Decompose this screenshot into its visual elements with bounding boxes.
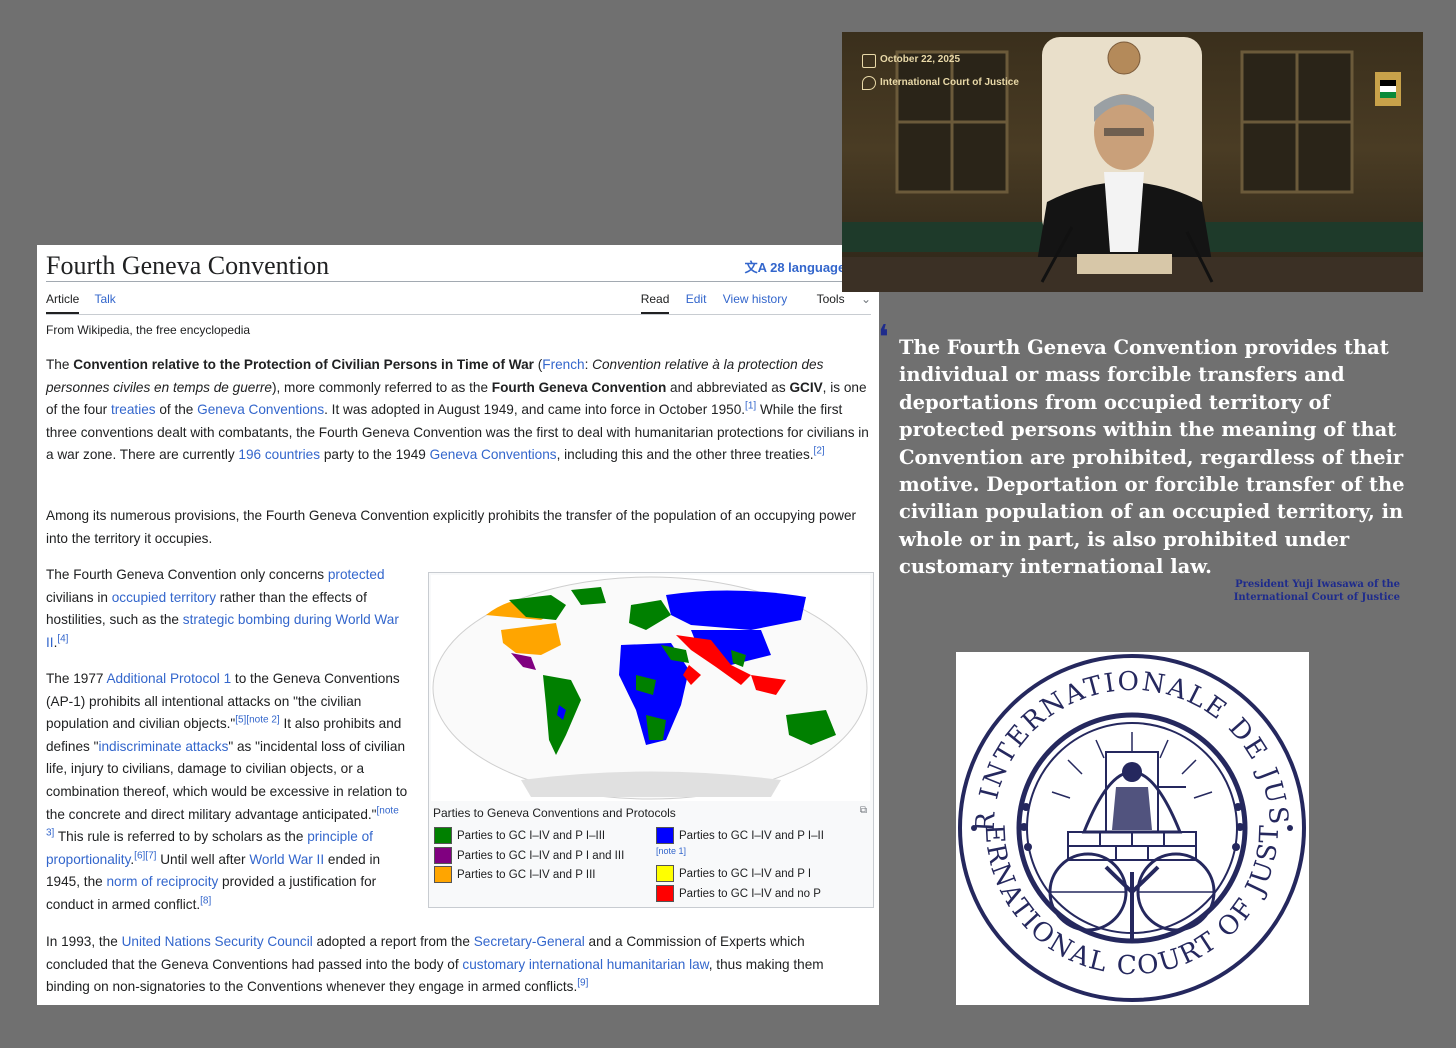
quote-mark-icon: ❛: [878, 318, 889, 358]
link-un-security-council[interactable]: United Nations Security Council: [122, 934, 313, 949]
link-world-war-ii[interactable]: World War II: [249, 852, 324, 867]
note-link[interactable]: [note 1]: [656, 846, 686, 856]
link-geneva-conventions[interactable]: Geneva Conventions: [197, 402, 324, 417]
figure-caption: Parties to Geneva Conventions and Protoc…: [433, 806, 676, 820]
text: ), more commonly referred to as the: [271, 379, 492, 395]
video-location: International Court of Justice: [880, 77, 1019, 88]
calendar-icon: [862, 54, 876, 68]
attribution-line-1: President Yuji Iwasawa of the: [1235, 579, 1400, 590]
legend-label: Parties to GC I–IV and P III: [457, 868, 596, 881]
link-treaties[interactable]: treaties: [111, 402, 156, 417]
link-protected[interactable]: protected: [328, 567, 385, 582]
text: and abbreviated as: [666, 379, 790, 395]
languages-label: 28 languages: [770, 260, 853, 275]
text: . It was adopted in August 1949, and cam…: [324, 402, 746, 418]
title-divider: [46, 281, 871, 282]
legend-item: Parties to GC I–IV and P I and III: [434, 847, 624, 864]
chevron-down-icon: ⌄: [860, 292, 871, 306]
world-map-graphic: [432, 576, 868, 800]
location-pin-icon: [862, 76, 876, 90]
legend-swatch: [656, 865, 674, 882]
quote-attribution: President Yuji Iwasawa of the Internatio…: [1222, 578, 1400, 604]
text: The: [46, 357, 74, 372]
enlarge-icon[interactable]: ⧉: [860, 805, 867, 816]
page-title: Fourth Geneva Convention: [46, 251, 330, 280]
reference-link[interactable]: [5][note 2]: [235, 715, 279, 726]
link-196-countries[interactable]: 196 countries: [238, 447, 320, 462]
text: :: [584, 357, 593, 372]
legend-item: Parties to GC I–IV and P I: [656, 865, 811, 882]
attribution-line-2: International Court of Justice: [1233, 592, 1400, 603]
world-map-image[interactable]: [431, 575, 870, 801]
legend-item: Parties to GC I–IV and P I–II: [656, 827, 824, 844]
tab-edit[interactable]: Edit: [686, 292, 707, 306]
link-geneva-conventions[interactable]: Geneva Conventions: [430, 447, 557, 462]
text: party to the 1949: [320, 447, 430, 463]
legend-item: Parties to GC I–IV and P III: [434, 866, 596, 883]
paragraph-scope: The Fourth Geneva Convention only concer…: [46, 564, 401, 654]
legend-label: Parties to GC I–IV and no P: [679, 887, 821, 900]
link-customary-ihl[interactable]: customary international humanitarian law: [462, 957, 708, 972]
tabs-divider: [46, 314, 871, 315]
text: adopted a report from the: [312, 934, 474, 949]
link-secretary-general[interactable]: Secretary-General: [474, 934, 585, 949]
view-tabs: Read Edit View history Tools ⌄: [628, 292, 871, 314]
text: of the: [155, 402, 198, 418]
reference-link[interactable]: [9]: [577, 978, 588, 989]
icj-video-still: October 22, 2025 International Court of …: [842, 32, 1423, 292]
tab-talk[interactable]: Talk: [94, 292, 115, 306]
text: The 1977: [46, 671, 107, 686]
legend-swatch: [434, 847, 452, 864]
legend-item: Parties to GC I–IV and P I–III: [434, 827, 605, 844]
legend-item: Parties to GC I–IV and no P: [656, 885, 821, 902]
text: Until well after: [156, 851, 250, 867]
paragraph-protocol: The 1977 Additional Protocol 1 to the Ge…: [46, 668, 408, 917]
video-date: October 22, 2025: [880, 54, 961, 65]
link-french[interactable]: French: [542, 357, 584, 372]
icj-seal-logo: COUR INTERNATIONALE DE JUSTICE INTERNATI…: [944, 629, 1309, 1005]
paragraph-intro: The Convention relative to the Protectio…: [46, 354, 870, 467]
reference-link[interactable]: [2]: [814, 446, 825, 457]
reference-link[interactable]: [4]: [57, 633, 68, 644]
reference-link[interactable]: [8]: [200, 895, 211, 906]
tab-view-history[interactable]: View history: [723, 292, 787, 306]
bold-term: Convention relative to the Protection of…: [73, 357, 534, 372]
link-occupied-territory[interactable]: occupied territory: [112, 590, 216, 605]
seal-graphic: COUR INTERNATIONALE DE JUSTICE INTERNATI…: [944, 629, 1306, 1002]
text: , including this and the other three tre…: [556, 447, 814, 463]
quote-text: The Fourth Geneva Convention provides th…: [899, 336, 1405, 579]
tools-menu[interactable]: Tools ⌄: [804, 292, 871, 306]
legend-label: Parties to GC I–IV and P I: [679, 867, 812, 880]
namespace-tabs: Article Talk: [46, 292, 128, 314]
legend-label: Parties to GC I–IV and P I and III: [457, 849, 625, 862]
text: civilians in: [46, 589, 112, 605]
text: In 1993, the: [46, 934, 122, 949]
reference-link[interactable]: [6][7]: [134, 850, 156, 861]
reference-link[interactable]: [1]: [745, 401, 756, 412]
legend-swatch: [434, 866, 452, 883]
map-figure: Parties to Geneva Conventions and Protoc…: [428, 572, 874, 908]
legend-label: Parties to GC I–IV and P I–II: [679, 829, 824, 842]
link-additional-protocol-1[interactable]: Additional Protocol 1: [106, 671, 231, 686]
bold-term: GCIV: [789, 379, 823, 395]
tab-article[interactable]: Article: [46, 292, 80, 314]
link-indiscriminate-attacks[interactable]: indiscriminate attacks: [98, 739, 228, 754]
legend-swatch: [656, 885, 674, 902]
legend-swatch: [656, 827, 674, 844]
legend-swatch: [434, 827, 452, 844]
legend-label: Parties to GC I–IV and P I–III: [457, 829, 606, 842]
tab-read[interactable]: Read: [640, 292, 670, 314]
tagline: From Wikipedia, the free encyclopedia: [46, 323, 251, 337]
courtroom-scene: [842, 37, 1423, 292]
link-norm-of-reciprocity[interactable]: norm of reciprocity: [106, 874, 218, 889]
text: The Fourth Geneva Convention only concer…: [46, 567, 328, 582]
paragraph-provisions: Among its numerous provisions, the Fourt…: [46, 508, 857, 546]
bold-term: Fourth Geneva Convention: [491, 379, 667, 395]
tools-label: Tools: [816, 292, 845, 306]
paragraph-1993: In 1993, the United Nations Security Cou…: [46, 931, 866, 999]
translate-icon: 文A: [744, 260, 767, 275]
wikipedia-article-panel: Fourth Geneva Convention 文A 28 languages…: [37, 245, 879, 1005]
text: This rule is referred to by scholars as …: [54, 829, 308, 845]
